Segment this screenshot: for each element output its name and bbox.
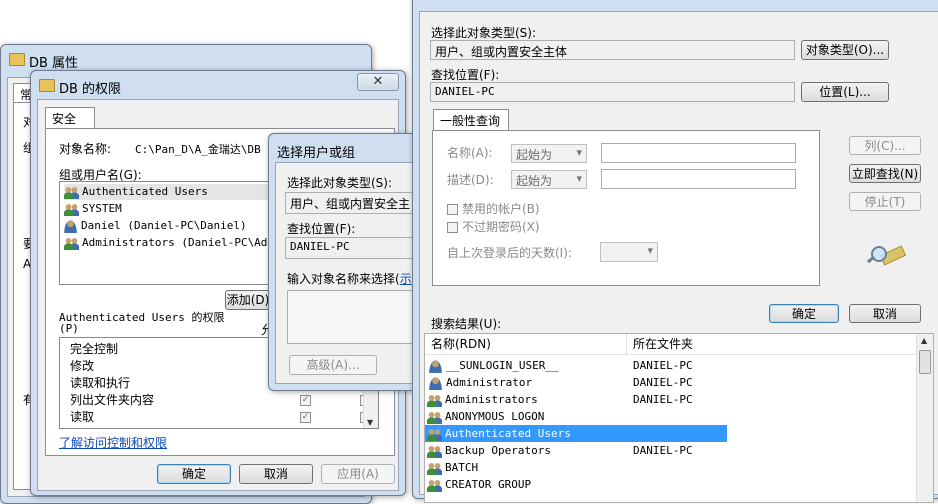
apply-button[interactable]: 应用(A) xyxy=(321,464,395,484)
results-scrollbar[interactable]: ▲ xyxy=(916,334,933,502)
list-item[interactable]: SYSTEM xyxy=(64,201,284,217)
description-match-select[interactable]: 起始为 xyxy=(511,170,587,189)
search-icon xyxy=(866,240,907,266)
result-row-selected[interactable]: Authenticated Users xyxy=(425,425,727,442)
locations-button[interactable]: 位置(L)... xyxy=(801,82,889,102)
tab-security[interactable]: 安全 xyxy=(45,107,95,129)
non-expiring-option[interactable]: 不过期密码(X) xyxy=(447,218,540,235)
close-button[interactable]: ✕ xyxy=(357,73,399,91)
permission-row: 读取 ✓ xyxy=(70,409,374,425)
object-name-label: 对象名称: xyxy=(59,142,112,156)
permissions-label: Authenticated Users 的权限 xyxy=(59,311,225,324)
search-results-list[interactable]: 名称(RDN) 所在文件夹 __SUNLOGIN_USER__ DANIEL-PC… xyxy=(424,333,934,503)
group-icon xyxy=(427,427,442,441)
group-icon xyxy=(427,393,442,407)
scroll-up-icon[interactable]: ▲ xyxy=(921,336,927,345)
result-row[interactable]: CREATOR GROUP xyxy=(425,476,725,493)
result-row[interactable]: BATCH xyxy=(425,459,725,476)
allow-checkbox[interactable]: ✓ xyxy=(300,395,311,406)
group-icon xyxy=(427,410,442,424)
tab-common-queries[interactable]: 一般性查询 xyxy=(433,109,509,131)
location-label: 查找位置(F): xyxy=(431,68,500,82)
group-icon xyxy=(64,185,79,199)
advanced-button[interactable]: 高级(A)... xyxy=(289,355,377,375)
object-names-input[interactable] xyxy=(287,290,429,344)
list-item[interactable]: Administrators (Daniel-PC\Admin xyxy=(64,235,287,251)
enter-names-label: 输入对象名称来选择(示 xyxy=(287,272,412,286)
object-name-value: C:\Pan_D\A_金瑞达\DB xyxy=(135,143,261,156)
object-type-label: 选择此对象类型(S): xyxy=(287,176,393,190)
folder-icon xyxy=(9,53,25,66)
result-row[interactable]: ANONYMOUS LOGON xyxy=(425,408,725,425)
search-results-label: 搜索结果(U): xyxy=(431,317,502,331)
add-button[interactable]: 添加(D) xyxy=(225,290,271,310)
object-type-field: 用户、组或内置安全主体 xyxy=(430,40,795,60)
column-header-name[interactable]: 名称(RDN) xyxy=(425,334,627,354)
days-since-logon-label: 自上次登录后的天数(I): xyxy=(447,246,572,260)
list-item[interactable]: Authenticated Users xyxy=(64,184,284,200)
user-list[interactable]: Authenticated Users SYSTEM Daniel (Danie… xyxy=(59,181,289,285)
group-icon xyxy=(64,236,79,250)
result-row[interactable]: Backup Operators DANIEL-PC xyxy=(425,442,725,459)
group-icon xyxy=(427,478,442,492)
result-row[interactable]: __SUNLOGIN_USER__ DANIEL-PC xyxy=(425,357,725,374)
column-header-folder[interactable]: 所在文件夹 xyxy=(627,334,917,354)
group-icon xyxy=(427,444,442,458)
result-row[interactable]: Administrators DANIEL-PC xyxy=(425,391,725,408)
non-expiring-checkbox[interactable] xyxy=(447,222,458,233)
group-icon xyxy=(64,202,79,216)
location-label: 查找位置(F): xyxy=(287,222,356,236)
ok-button[interactable]: 确定 xyxy=(157,464,231,484)
cancel-button[interactable]: 取消 xyxy=(239,464,313,484)
object-type-label: 选择此对象类型(S): xyxy=(431,26,537,40)
result-row[interactable]: Administrator DANIEL-PC xyxy=(425,374,725,391)
object-types-button[interactable]: 对象类型(O)... xyxy=(801,40,889,60)
examples-link[interactable]: 示 xyxy=(400,272,412,286)
select-users-window-small: 选择用户或组 选择此对象类型(S): 用户、组或内置安全主 查找位置(F): D… xyxy=(268,133,429,391)
name-match-select[interactable]: 起始为 xyxy=(511,144,587,163)
object-type-field: 用户、组或内置安全主 xyxy=(285,192,429,214)
permission-row: 列出文件夹内容 ✓ xyxy=(70,392,374,408)
location-field: DANIEL-PC xyxy=(285,237,429,259)
name-label: 名称(A): xyxy=(447,146,493,160)
learn-access-control-link[interactable]: 了解访问控制和权限 xyxy=(59,434,167,451)
description-input[interactable] xyxy=(601,169,796,189)
ok-button[interactable]: 确定 xyxy=(769,304,839,323)
disabled-accounts-checkbox[interactable] xyxy=(447,204,458,215)
window-title: DB 属性 xyxy=(29,56,79,71)
group-icon xyxy=(427,461,442,475)
user-icon xyxy=(429,359,442,373)
user-icon xyxy=(429,376,442,390)
select-users-window: 选择此对象类型(S): 用户、组或内置安全主体 对象类型(O)... 查找位置(… xyxy=(412,0,938,503)
stop-button[interactable]: 停止(T) xyxy=(849,192,921,211)
scroll-thumb[interactable] xyxy=(919,350,931,374)
days-since-logon-select[interactable] xyxy=(600,242,658,262)
allow-checkbox[interactable]: ✓ xyxy=(300,412,311,423)
window-title: DB 的权限 xyxy=(59,82,122,97)
cancel-button[interactable]: 取消 xyxy=(849,304,921,323)
permissions-label-accel: (P) xyxy=(59,322,79,335)
user-icon xyxy=(64,219,77,233)
location-field: DANIEL-PC xyxy=(430,82,795,102)
folder-icon xyxy=(39,79,55,92)
disabled-accounts-option[interactable]: 禁用的帐户(B) xyxy=(447,200,540,217)
description-label: 描述(D): xyxy=(447,173,494,187)
list-item[interactable]: Daniel (Daniel-PC\Daniel) xyxy=(64,218,284,234)
window-title: 选择用户或组 xyxy=(277,146,356,161)
find-now-button[interactable]: 立即查找(N) xyxy=(849,164,921,183)
name-input[interactable] xyxy=(601,143,796,163)
columns-button[interactable]: 列(C)... xyxy=(849,136,921,155)
